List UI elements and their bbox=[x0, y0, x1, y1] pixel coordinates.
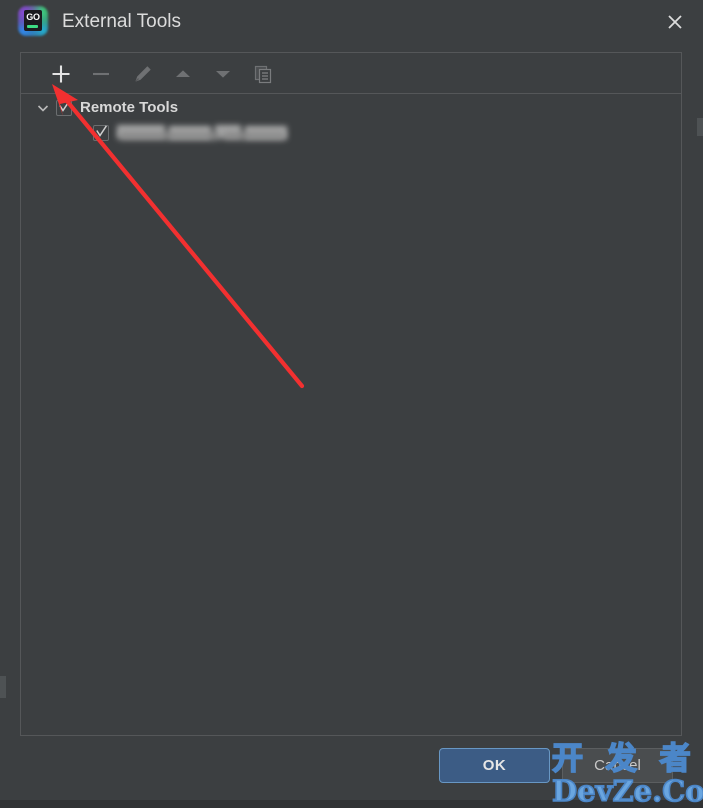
checkbox-checked-icon[interactable] bbox=[93, 124, 109, 141]
logo-go-text: GO bbox=[26, 12, 40, 22]
move-up-button[interactable] bbox=[166, 57, 200, 89]
tree-row-tool-item[interactable] bbox=[21, 120, 681, 145]
chevron-down-icon[interactable] bbox=[34, 99, 52, 117]
page-title: External Tools bbox=[62, 11, 181, 32]
pencil-icon bbox=[135, 66, 151, 82]
dialog-title-bar: GO External Tools bbox=[0, 0, 703, 45]
edit-button[interactable] bbox=[126, 57, 160, 89]
minus-icon bbox=[93, 72, 109, 76]
tree-label-remote-tools: Remote Tools bbox=[80, 99, 179, 116]
arrow-down-icon bbox=[216, 71, 230, 78]
background-window-edge-right bbox=[697, 118, 703, 136]
cancel-button[interactable]: Cancel bbox=[562, 748, 673, 783]
background-window-edge-left bbox=[0, 676, 6, 698]
plus-icon bbox=[52, 65, 70, 83]
arrow-up-icon bbox=[176, 70, 190, 77]
logo-underbar bbox=[27, 25, 38, 28]
ok-button[interactable]: OK bbox=[439, 748, 550, 783]
external-tools-dialog: GO External Tools Remote Tools Cancel OK… bbox=[0, 0, 703, 807]
move-down-button[interactable] bbox=[206, 57, 240, 89]
copy-button[interactable] bbox=[246, 57, 280, 89]
remove-button[interactable] bbox=[84, 57, 118, 89]
tools-toolbar bbox=[21, 53, 681, 94]
tree-label-redacted bbox=[117, 124, 287, 141]
copy-icon bbox=[254, 65, 272, 84]
goland-logo-icon: GO bbox=[16, 4, 50, 38]
tree-row-remote-tools[interactable]: Remote Tools bbox=[21, 95, 681, 120]
tools-panel: Remote Tools bbox=[20, 52, 682, 736]
tools-tree[interactable]: Remote Tools bbox=[21, 95, 681, 735]
add-button[interactable] bbox=[44, 57, 78, 89]
close-icon[interactable] bbox=[659, 6, 691, 38]
checkbox-checked-icon[interactable] bbox=[56, 99, 72, 116]
